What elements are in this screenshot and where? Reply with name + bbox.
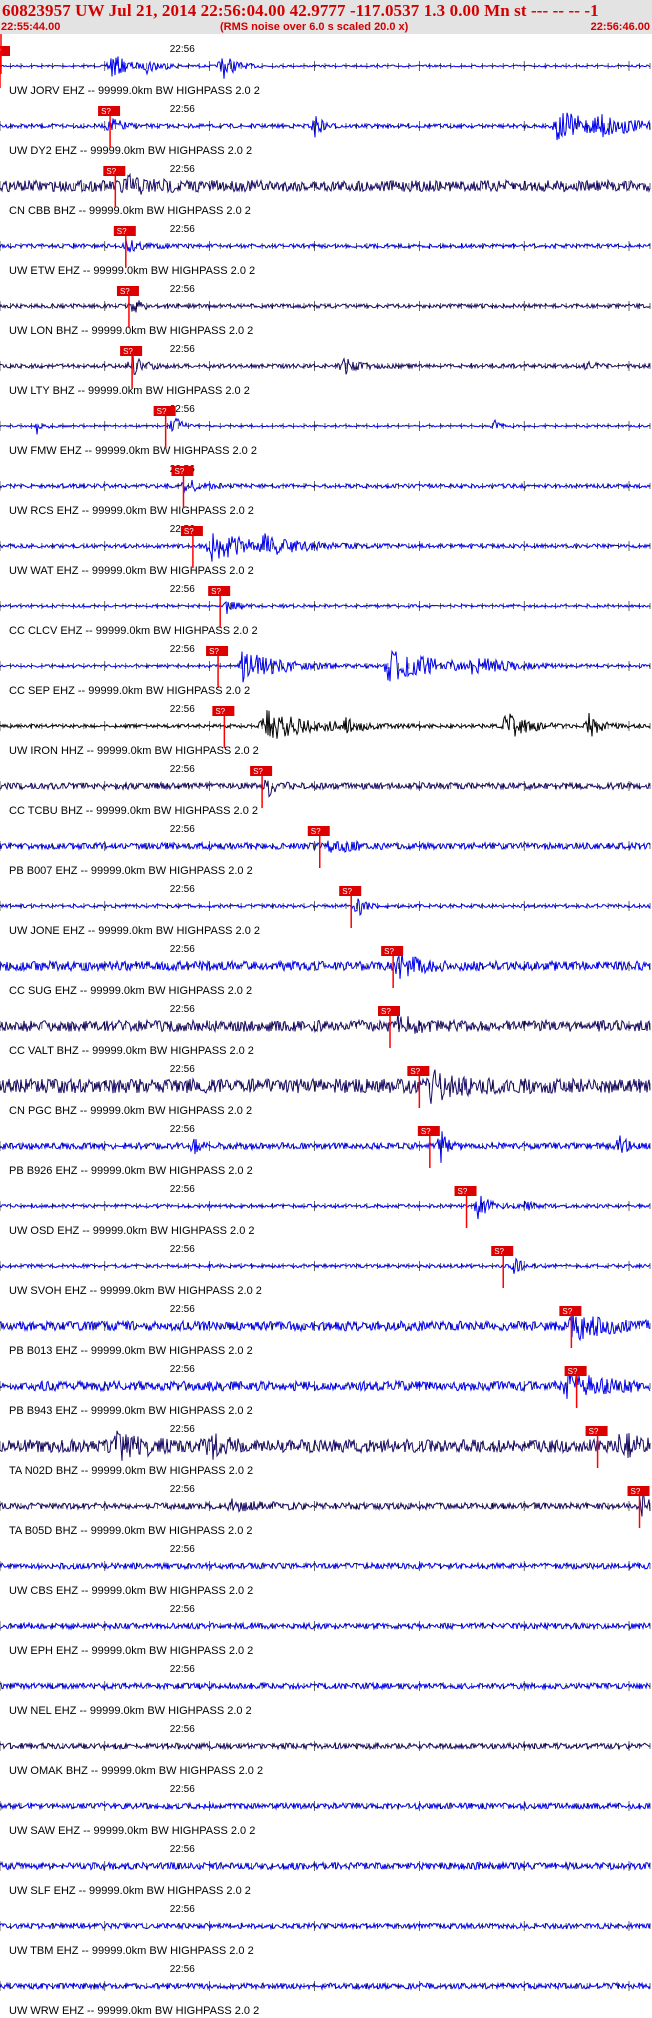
station-label: TA B05D BHZ -- 99999.0km BW HIGHPASS 2.0… — [9, 1525, 253, 1537]
time-ticks — [0, 1621, 651, 1631]
station-label: CC SEP EHZ -- 99999.0km BW HIGHPASS 2.0 … — [9, 685, 250, 697]
pick-label: S? — [568, 1367, 578, 1376]
station-label: UW JORV EHZ -- 99999.0km BW HIGHPASS 2.0… — [9, 85, 260, 97]
station-label: PB B926 EHZ -- 99999.0km BW HIGHPASS 2.0… — [9, 1165, 253, 1177]
station-label: CN CBB BHZ -- 99999.0km BW HIGHPASS 2.0 … — [9, 205, 251, 217]
minute-mark-label: 22:56 — [170, 1484, 195, 1495]
station-label: UW OSD EHZ -- 99999.0km BW HIGHPASS 2.0 … — [9, 1225, 255, 1237]
station-label: UW OMAK BHZ -- 99999.0km BW HIGHPASS 2.0… — [9, 1765, 263, 1777]
end-time: 22:56:46.00 — [590, 21, 650, 33]
start-time: 22:55:44.00 — [1, 21, 61, 33]
pick-label: S? — [381, 1007, 391, 1016]
station-label: CC VALT BHZ -- 99999.0km BW HIGHPASS 2.0… — [9, 1045, 254, 1057]
minute-mark-label: 22:56 — [170, 584, 195, 595]
pick-label: S? — [421, 1127, 431, 1136]
station-label: UW WRW EHZ -- 99999.0km BW HIGHPASS 2.0 … — [9, 2005, 259, 2017]
noise-note: (RMS noise over 6.0 s scaled 20.0 x) — [220, 21, 409, 33]
station-label: UW LON BHZ -- 99999.0km BW HIGHPASS 2.0 … — [9, 325, 253, 337]
station-label: PB B013 EHZ -- 99999.0km BW HIGHPASS 2.0… — [9, 1345, 253, 1357]
station-label: CC TCBU BHZ -- 99999.0km BW HIGHPASS 2.0… — [9, 805, 258, 817]
pick-label: S? — [120, 287, 130, 296]
station-label: CN PGC BHZ -- 99999.0km BW HIGHPASS 2.0 … — [9, 1105, 252, 1117]
pick-label: S? — [410, 1067, 420, 1076]
minute-mark-label: 22:56 — [170, 764, 195, 775]
minute-mark-label: 22:56 — [170, 1424, 195, 1435]
pick-label: S? — [253, 767, 263, 776]
pick-label: S? — [311, 827, 321, 836]
pick-label: S? — [123, 347, 133, 356]
station-label: UW CBS EHZ -- 99999.0km BW HIGHPASS 2.0 … — [9, 1585, 253, 1597]
minute-mark-label: 22:56 — [170, 944, 195, 955]
pick-label: S? — [184, 527, 194, 536]
minute-mark-label: 22:56 — [170, 644, 195, 655]
pick-label: S? — [211, 587, 221, 596]
station-label: UW TBM EHZ -- 99999.0km BW HIGHPASS 2.0 … — [9, 1945, 254, 1957]
pick-label: S? — [106, 167, 116, 176]
minute-mark-label: 22:56 — [170, 1604, 195, 1615]
minute-mark-label: 22:56 — [170, 104, 195, 115]
minute-mark-label: 22:56 — [170, 1184, 195, 1195]
time-ticks — [0, 481, 651, 491]
station-label: UW JONE EHZ -- 99999.0km BW HIGHPASS 2.0… — [9, 925, 260, 937]
station-label: UW SVOH EHZ -- 99999.0km BW HIGHPASS 2.0… — [9, 1285, 262, 1297]
minute-mark-label: 22:56 — [170, 344, 195, 355]
minute-mark-label: 22:56 — [170, 1664, 195, 1675]
trace-line — [0, 1010, 651, 1034]
pick-label: S? — [209, 647, 219, 656]
station-label: UW NEL EHZ -- 99999.0km BW HIGHPASS 2.0 … — [9, 1705, 252, 1717]
minute-mark-label: 22:56 — [170, 1964, 195, 1975]
time-ticks — [0, 1741, 651, 1751]
station-label: PB B943 EHZ -- 99999.0km BW HIGHPASS 2.0… — [9, 1405, 253, 1417]
station-label: UW ETW EHZ -- 99999.0km BW HIGHPASS 2.0 … — [9, 265, 255, 277]
minute-mark-label: 22:56 — [170, 1064, 195, 1075]
seismogram-plot: 22:56 UW JORV EHZ -- 99999.0km BW HIGHPAS… — [0, 34, 651, 2017]
station-label: UW DY2 EHZ -- 99999.0km BW HIGHPASS 2.0 … — [9, 145, 252, 157]
pick-label: S? — [631, 1487, 641, 1496]
pick-label: S? — [157, 407, 167, 416]
minute-mark-label: 22:56 — [170, 164, 195, 175]
pick-label: S? — [215, 707, 225, 716]
station-label: UW SLF EHZ -- 99999.0km BW HIGHPASS 2.0 … — [9, 1885, 251, 1897]
pick-label: S? — [384, 947, 394, 956]
pick-label: S? — [117, 227, 127, 236]
minute-mark-label: 22:56 — [170, 1544, 195, 1555]
station-label: UW FMW EHZ -- 99999.0km BW HIGHPASS 2.0 … — [9, 445, 257, 457]
minute-mark-label: 22:56 — [170, 1784, 195, 1795]
minute-mark-label: 22:56 — [170, 704, 195, 715]
time-ticks — [0, 1801, 651, 1811]
station-label: UW IRON HHZ -- 99999.0km BW HIGHPASS 2.0… — [9, 745, 259, 757]
minute-mark-label: 22:56 — [170, 824, 195, 835]
station-label: UW SAW EHZ -- 99999.0km BW HIGHPASS 2.0 … — [9, 1825, 255, 1837]
header-bar: 60823957 UW Jul 21, 2014 22:56:04.00 42.… — [0, 0, 652, 34]
minute-mark-label: 22:56 — [170, 1724, 195, 1735]
minute-mark-label: 22:56 — [170, 224, 195, 235]
minute-mark-label: 22:56 — [170, 1124, 195, 1135]
pick-label: S? — [342, 887, 352, 896]
station-label: UW RCS EHZ -- 99999.0km BW HIGHPASS 2.0 … — [9, 505, 254, 517]
station-label: UW WAT EHZ -- 99999.0km BW HIGHPASS 2.0 … — [9, 565, 254, 577]
station-label: TA N02D BHZ -- 99999.0km BW HIGHPASS 2.0… — [9, 1465, 253, 1477]
minute-mark-label: 22:56 — [170, 1904, 195, 1915]
minute-mark-label: 22:56 — [170, 1004, 195, 1015]
event-title: 60823957 UW Jul 21, 2014 22:56:04.00 42.… — [2, 1, 599, 20]
minute-mark-label: 22:56 — [170, 1364, 195, 1375]
minute-mark-label: 22:56 — [170, 884, 195, 895]
minute-mark-label: 22:56 — [170, 44, 195, 55]
pick-label: S? — [494, 1247, 504, 1256]
minute-mark-label: 22:56 — [170, 1844, 195, 1855]
station-label: UW EPH EHZ -- 99999.0km BW HIGHPASS 2.0 … — [9, 1645, 253, 1657]
pick-label: S? — [458, 1187, 468, 1196]
minute-mark-label: 22:56 — [170, 284, 195, 295]
station-label: PB B007 EHZ -- 99999.0km BW HIGHPASS 2.0… — [9, 865, 253, 877]
pick-label: S? — [174, 467, 184, 476]
minute-mark-label: 22:56 — [170, 1244, 195, 1255]
minute-mark-label: 22:56 — [170, 1304, 195, 1315]
pick-label: S? — [589, 1427, 599, 1436]
pick-label: S? — [101, 107, 111, 116]
station-label: CC SUG EHZ -- 99999.0km BW HIGHPASS 2.0 … — [9, 985, 252, 997]
station-label: UW LTY BHZ -- 99999.0km BW HIGHPASS 2.0 … — [9, 385, 250, 397]
pick-label: S? — [562, 1307, 572, 1316]
